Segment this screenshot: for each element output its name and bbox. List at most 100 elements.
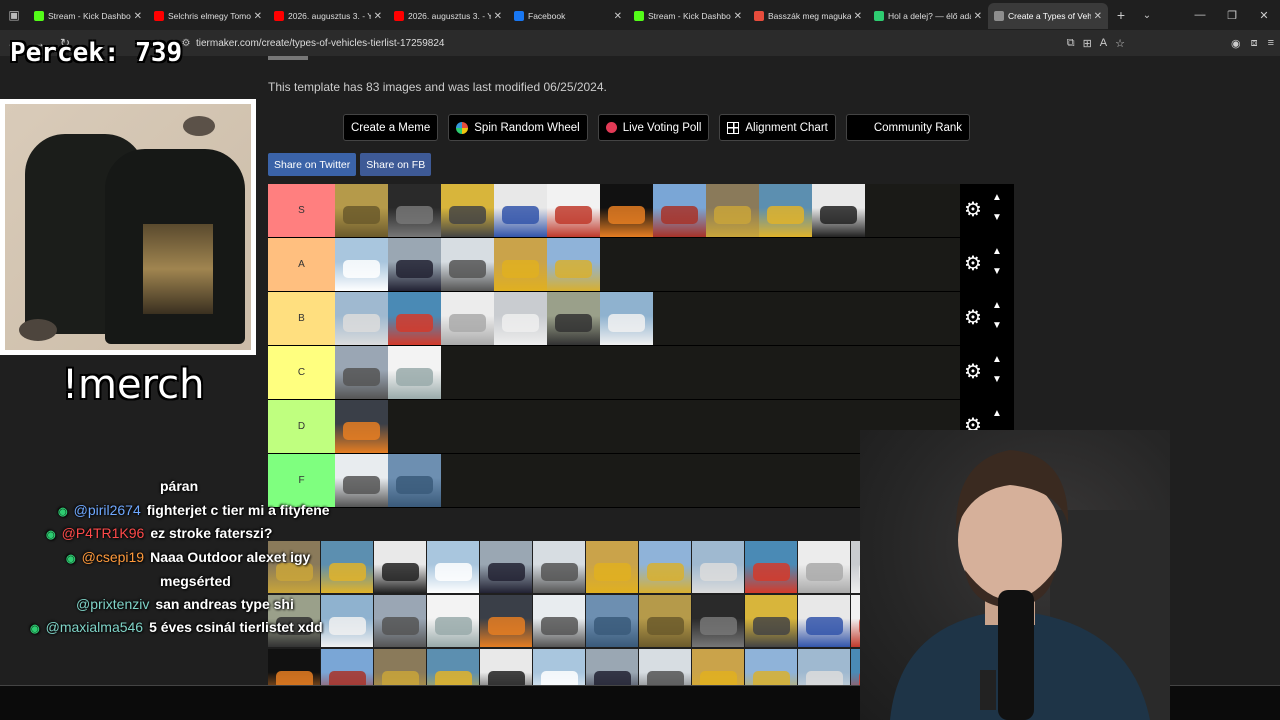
vehicle-thumbnail[interactable] xyxy=(480,595,532,647)
gear-icon[interactable]: ⚙ xyxy=(964,308,984,328)
vehicle-thumbnail[interactable] xyxy=(533,541,585,593)
pip-icon[interactable]: ⧉ xyxy=(1067,37,1075,50)
tier-label[interactable]: C xyxy=(268,346,335,399)
tier-items[interactable] xyxy=(335,184,960,237)
vehicle-thumbnail[interactable] xyxy=(388,238,441,291)
tier-label[interactable]: S xyxy=(268,184,335,237)
vehicle-thumbnail[interactable] xyxy=(547,238,600,291)
vehicle-thumbnail[interactable] xyxy=(321,595,373,647)
vehicle-thumbnail[interactable] xyxy=(268,649,320,686)
browser-tab[interactable]: Stream - Kick Dashboar ✕ xyxy=(628,3,748,29)
gear-icon[interactable]: ⚙ xyxy=(964,254,984,274)
extensions-icon[interactable]: ⧈ xyxy=(1251,37,1258,50)
vehicle-thumbnail[interactable] xyxy=(798,595,850,647)
minimize-icon[interactable]: — xyxy=(1184,9,1216,21)
move-up-icon[interactable]: ▲ xyxy=(992,354,1002,365)
vehicle-thumbnail[interactable] xyxy=(335,346,388,399)
vehicle-thumbnail[interactable] xyxy=(321,649,373,686)
vehicle-thumbnail[interactable] xyxy=(547,184,600,237)
vehicle-thumbnail[interactable] xyxy=(335,454,388,507)
vehicle-thumbnail[interactable] xyxy=(441,238,494,291)
vehicle-thumbnail[interactable] xyxy=(321,541,373,593)
browser-tab[interactable]: 2026. augusztus 3. - Yo ✕ xyxy=(268,3,388,29)
vehicle-thumbnail[interactable] xyxy=(374,541,426,593)
vehicle-thumbnail[interactable] xyxy=(427,541,479,593)
vehicle-thumbnail[interactable] xyxy=(374,649,426,686)
vehicle-thumbnail[interactable] xyxy=(494,292,547,345)
move-up-icon[interactable]: ▲ xyxy=(992,300,1002,311)
tier-items[interactable] xyxy=(335,346,960,399)
vehicle-thumbnail[interactable] xyxy=(745,649,797,686)
vehicle-thumbnail[interactable] xyxy=(692,541,744,593)
browser-tab[interactable]: Basszák meg magukat ✕ xyxy=(748,3,868,29)
tab-close-icon[interactable]: ✕ xyxy=(974,11,982,22)
tier-label[interactable]: D xyxy=(268,400,335,453)
vehicle-thumbnail[interactable] xyxy=(547,292,600,345)
tab-close-icon[interactable]: ✕ xyxy=(1094,11,1102,22)
vehicle-thumbnail[interactable] xyxy=(494,184,547,237)
tab-close-icon[interactable]: ✕ xyxy=(134,11,142,22)
tab-actions-icon[interactable]: ▣ xyxy=(0,0,28,30)
vehicle-thumbnail[interactable] xyxy=(533,649,585,686)
vehicle-thumbnail[interactable] xyxy=(533,595,585,647)
vehicle-thumbnail[interactable] xyxy=(600,184,653,237)
vehicle-thumbnail[interactable] xyxy=(586,541,638,593)
vehicle-thumbnail[interactable] xyxy=(494,238,547,291)
tier-items[interactable] xyxy=(335,292,960,345)
close-window-icon[interactable]: ✕ xyxy=(1248,9,1280,22)
tab-close-icon[interactable]: ✕ xyxy=(614,11,622,22)
tab-close-icon[interactable]: ✕ xyxy=(854,11,862,22)
bookmark-star-icon[interactable]: ☆ xyxy=(1115,37,1125,50)
vehicle-thumbnail[interactable] xyxy=(692,595,744,647)
spin-wheel-button[interactable]: Spin Random Wheel xyxy=(448,114,588,141)
vehicle-thumbnail[interactable] xyxy=(374,595,426,647)
tier-items[interactable] xyxy=(335,238,960,291)
tier-label[interactable]: A xyxy=(268,238,335,291)
move-up-icon[interactable]: ▲ xyxy=(992,192,1002,203)
create-meme-button[interactable]: Create a Meme xyxy=(343,114,439,141)
vehicle-thumbnail[interactable] xyxy=(639,649,691,686)
url-field[interactable]: ⚙ tiermaker.com/create/types-of-vehicles… xyxy=(176,33,1136,53)
vehicle-thumbnail[interactable] xyxy=(335,238,388,291)
new-tab-button[interactable]: + xyxy=(1108,7,1134,23)
share-fb-button[interactable]: Share on FB xyxy=(360,153,432,176)
tab-list-chevron-icon[interactable]: ⌄ xyxy=(1134,10,1160,21)
move-down-icon[interactable]: ▼ xyxy=(992,320,1002,331)
browser-tab[interactable]: 2026. augusztus 3. - Yo ✕ xyxy=(388,3,508,29)
move-down-icon[interactable]: ▼ xyxy=(992,374,1002,385)
profile-icon[interactable]: ◉ xyxy=(1231,37,1241,50)
browser-tab[interactable]: Stream - Kick Dashboar ✕ xyxy=(28,3,148,29)
vehicle-thumbnail[interactable] xyxy=(388,346,441,399)
tab-close-icon[interactable]: ✕ xyxy=(254,11,262,22)
tab-close-icon[interactable]: ✕ xyxy=(374,11,382,22)
install-icon[interactable]: ⊞ xyxy=(1083,37,1092,50)
gear-icon[interactable]: ⚙ xyxy=(964,200,984,220)
vehicle-thumbnail[interactable] xyxy=(586,649,638,686)
vehicle-thumbnail[interactable] xyxy=(798,649,850,686)
vehicle-thumbnail[interactable] xyxy=(388,454,441,507)
alignment-chart-button[interactable]: Alignment Chart xyxy=(719,114,836,141)
move-up-icon[interactable]: ▲ xyxy=(992,246,1002,257)
browser-tab[interactable]: Create a Types of Vehic ✕ xyxy=(988,3,1108,29)
vehicle-thumbnail[interactable] xyxy=(745,595,797,647)
maximize-icon[interactable]: ❐ xyxy=(1216,9,1248,22)
vehicle-thumbnail[interactable] xyxy=(427,595,479,647)
vehicle-thumbnail[interactable] xyxy=(586,595,638,647)
vehicle-thumbnail[interactable] xyxy=(812,184,865,237)
vehicle-thumbnail[interactable] xyxy=(480,541,532,593)
vehicle-thumbnail[interactable] xyxy=(653,184,706,237)
vehicle-thumbnail[interactable] xyxy=(759,184,812,237)
vehicle-thumbnail[interactable] xyxy=(335,400,388,453)
vehicle-thumbnail[interactable] xyxy=(639,595,691,647)
vehicle-thumbnail[interactable] xyxy=(335,292,388,345)
vehicle-thumbnail[interactable] xyxy=(600,292,653,345)
tier-label[interactable]: B xyxy=(268,292,335,345)
vehicle-thumbnail[interactable] xyxy=(388,184,441,237)
vehicle-thumbnail[interactable] xyxy=(335,184,388,237)
vehicle-thumbnail[interactable] xyxy=(441,184,494,237)
share-twitter-button[interactable]: Share on Twitter xyxy=(268,153,357,176)
vehicle-thumbnail[interactable] xyxy=(692,649,744,686)
browser-tab[interactable]: Hol a delej? — élő ada ✕ xyxy=(868,3,988,29)
tab-close-icon[interactable]: ✕ xyxy=(494,11,502,22)
vehicle-thumbnail[interactable] xyxy=(388,292,441,345)
